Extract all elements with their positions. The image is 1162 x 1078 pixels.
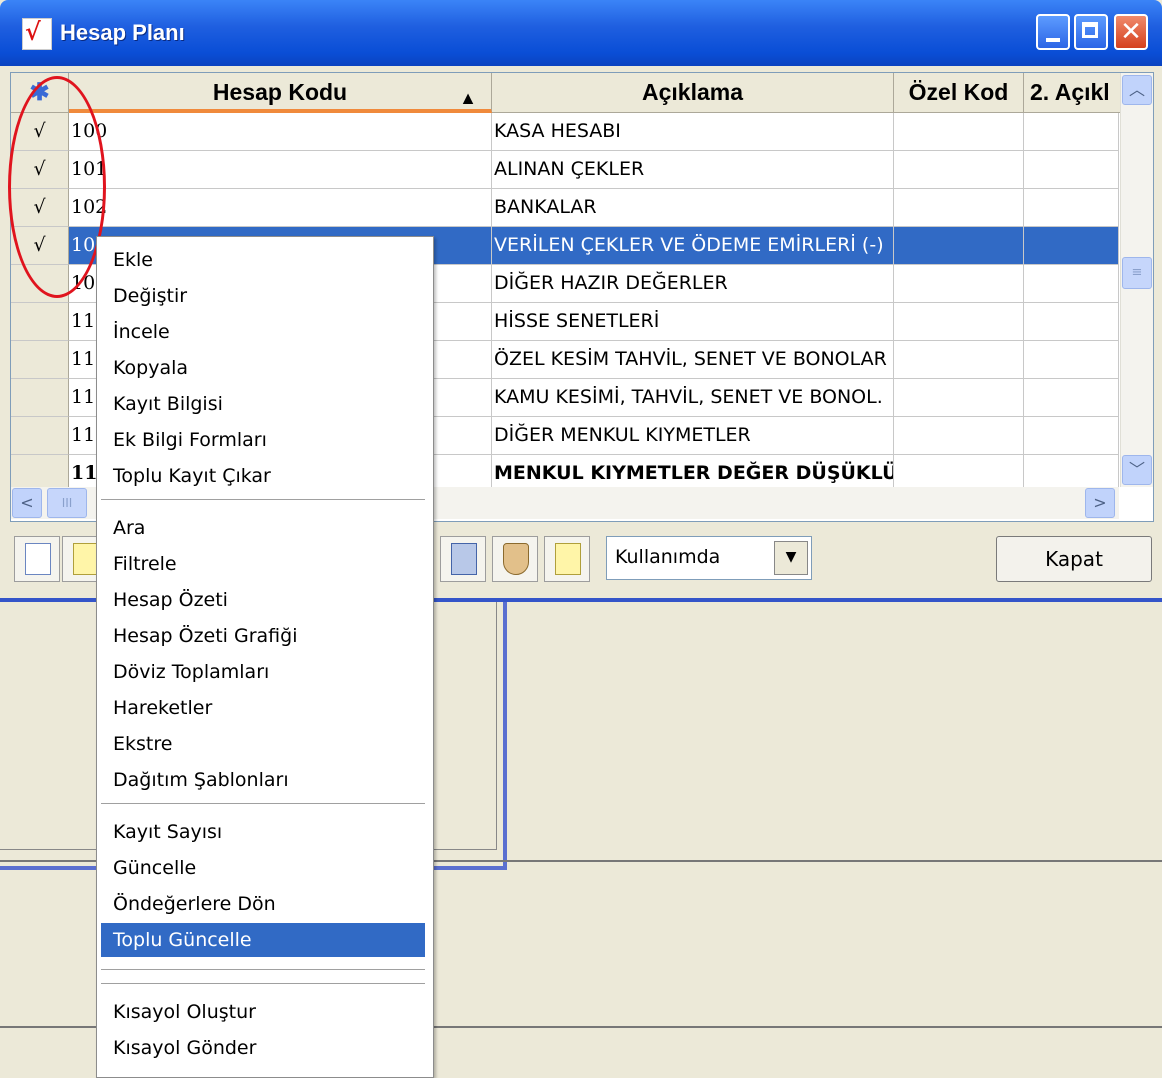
second-description-cell[interactable] bbox=[1024, 303, 1119, 341]
description-cell[interactable]: DİĞER HAZIR DEĞERLER bbox=[492, 265, 894, 303]
second-description-cell[interactable] bbox=[1024, 227, 1119, 265]
row-check-mark[interactable] bbox=[11, 303, 69, 341]
menu-item[interactable]: Toplu Güncelle bbox=[101, 923, 425, 957]
menu-item[interactable]: Kayıt Sayısı bbox=[101, 815, 425, 849]
red-annotation-ellipse bbox=[8, 76, 106, 298]
menu-item[interactable]: Döviz Toplamları bbox=[101, 655, 425, 689]
window-title: Hesap Planı bbox=[60, 20, 185, 45]
menu-item[interactable]: Filtrele bbox=[101, 547, 425, 581]
special-code-cell[interactable] bbox=[894, 189, 1024, 227]
account-code-cell[interactable]: 102 bbox=[69, 189, 492, 227]
scroll-right-icon[interactable]: > bbox=[1085, 488, 1115, 518]
notes-icon bbox=[555, 543, 581, 575]
copy-icon bbox=[451, 543, 477, 575]
status-filter-value: Kullanımda bbox=[615, 546, 721, 568]
menu-item[interactable]: Kopyala bbox=[101, 351, 425, 385]
description-cell[interactable]: KASA HESABI bbox=[492, 113, 894, 151]
row-check-mark[interactable] bbox=[11, 341, 69, 379]
minimize-icon bbox=[1038, 16, 1068, 48]
menu-item[interactable]: Öndeğerlere Dön bbox=[101, 887, 425, 921]
table-row[interactable]: √ 102 BANKALAR bbox=[11, 189, 1119, 227]
filter-icon bbox=[503, 543, 529, 575]
menu-separator bbox=[101, 803, 425, 804]
menu-separator bbox=[101, 983, 425, 984]
column-header-hesap-kodu[interactable]: Hesap Kodu ▲ bbox=[69, 73, 492, 113]
row-check-mark[interactable] bbox=[11, 417, 69, 455]
description-cell[interactable]: DİĞER MENKUL KIYMETLER bbox=[492, 417, 894, 455]
column-header-ozel-kod[interactable]: Özel Kod bbox=[894, 73, 1024, 113]
menu-item[interactable]: Dağıtım Şablonları bbox=[101, 763, 425, 797]
scroll-up-icon[interactable]: ︿ bbox=[1122, 75, 1152, 105]
second-description-cell[interactable] bbox=[1024, 151, 1119, 189]
menu-item[interactable]: Hesap Özeti Grafiği bbox=[101, 619, 425, 653]
special-code-cell[interactable] bbox=[894, 379, 1024, 417]
column-header-aciklama[interactable]: Açıklama bbox=[492, 73, 894, 113]
row-check-mark[interactable] bbox=[11, 379, 69, 417]
second-description-cell[interactable] bbox=[1024, 341, 1119, 379]
vertical-scrollbar[interactable]: ︿ ≡ ﹀ bbox=[1120, 73, 1153, 487]
scroll-left-icon[interactable]: < bbox=[12, 488, 42, 518]
menu-item[interactable]: İncele bbox=[101, 315, 425, 349]
new-document-icon bbox=[25, 543, 51, 575]
description-cell[interactable]: ALINAN ÇEKLER bbox=[492, 151, 894, 189]
menu-item[interactable]: Ekle bbox=[101, 243, 425, 277]
column-header-2-aciklama[interactable]: 2. Açıkl bbox=[1024, 73, 1124, 113]
description-cell[interactable]: HİSSE SENETLERİ bbox=[492, 303, 894, 341]
title-bar[interactable]: √ Hesap Planı ✕ bbox=[0, 0, 1162, 66]
close-window-button[interactable]: Kapat bbox=[996, 536, 1152, 582]
table-row[interactable]: √ 100 KASA HESABI bbox=[11, 113, 1119, 151]
menu-item[interactable]: Değiştir bbox=[101, 279, 425, 313]
description-cell[interactable]: BANKALAR bbox=[492, 189, 894, 227]
second-description-cell[interactable] bbox=[1024, 379, 1119, 417]
table-row[interactable]: √ 101 ALINAN ÇEKLER bbox=[11, 151, 1119, 189]
special-code-cell[interactable] bbox=[894, 113, 1024, 151]
menu-item[interactable]: Güncelle bbox=[101, 851, 425, 885]
dropdown-arrow-icon[interactable]: ▼ bbox=[774, 541, 808, 575]
context-menu: Ekle Değiştir İncele Kopyala Kayıt Bilgisi Ek… bbox=[96, 236, 434, 1078]
second-description-cell[interactable] bbox=[1024, 113, 1119, 151]
special-code-cell[interactable] bbox=[894, 151, 1024, 189]
menu-separator bbox=[101, 969, 425, 970]
vertical-scroll-thumb[interactable]: ≡ bbox=[1122, 257, 1152, 289]
menu-item[interactable]: Kayıt Bilgisi bbox=[101, 387, 425, 421]
maximize-icon bbox=[1076, 16, 1106, 48]
account-code-cell[interactable]: 100 bbox=[69, 113, 492, 151]
special-code-cell[interactable] bbox=[894, 341, 1024, 379]
status-filter-select[interactable]: Kullanımda ▼ bbox=[606, 536, 812, 580]
toolbar-button-filter[interactable] bbox=[492, 536, 538, 582]
maximize-button[interactable] bbox=[1074, 14, 1108, 50]
second-description-cell[interactable] bbox=[1024, 265, 1119, 303]
app-icon: √ bbox=[22, 17, 52, 50]
menu-item[interactable]: Hesap Özeti bbox=[101, 583, 425, 617]
special-code-cell[interactable] bbox=[894, 265, 1024, 303]
toolbar-button-notes[interactable] bbox=[544, 536, 590, 582]
description-cell[interactable]: ÖZEL KESİM TAHVİL, SENET VE BONOLAR bbox=[492, 341, 894, 379]
account-code-cell[interactable]: 101 bbox=[69, 151, 492, 189]
close-icon: ✕ bbox=[1120, 17, 1142, 47]
menu-item[interactable]: Ekstre bbox=[101, 727, 425, 761]
menu-item[interactable]: Kısayol Oluştur bbox=[101, 995, 425, 1029]
menu-item[interactable]: Hareketler bbox=[101, 691, 425, 725]
close-button[interactable]: ✕ bbox=[1114, 14, 1148, 50]
toolbar-button-copy[interactable] bbox=[440, 536, 486, 582]
minimize-button[interactable] bbox=[1036, 14, 1070, 50]
menu-item[interactable]: Kısayol Gönder bbox=[101, 1031, 425, 1065]
horizontal-scroll-thumb[interactable]: III bbox=[47, 488, 87, 518]
second-description-cell[interactable] bbox=[1024, 189, 1119, 227]
menu-item[interactable]: Toplu Kayıt Çıkar bbox=[101, 459, 425, 493]
special-code-cell[interactable] bbox=[894, 417, 1024, 455]
special-code-cell[interactable] bbox=[894, 227, 1024, 265]
scroll-down-icon[interactable]: ﹀ bbox=[1122, 455, 1152, 485]
description-cell[interactable]: VERİLEN ÇEKLER VE ÖDEME EMİRLERİ (-) bbox=[492, 227, 894, 265]
description-cell[interactable]: KAMU KESİMİ, TAHVİL, SENET VE BONOL. bbox=[492, 379, 894, 417]
column-header-label: Hesap Kodu bbox=[212, 79, 348, 105]
menu-item[interactable]: Ek Bilgi Formları bbox=[101, 423, 425, 457]
special-code-cell[interactable] bbox=[894, 303, 1024, 341]
menu-item[interactable]: Ara bbox=[101, 511, 425, 545]
sort-ascending-icon: ▲ bbox=[459, 88, 477, 108]
second-description-cell[interactable] bbox=[1024, 417, 1119, 455]
new-record-button[interactable] bbox=[14, 536, 60, 582]
menu-separator bbox=[101, 499, 425, 500]
